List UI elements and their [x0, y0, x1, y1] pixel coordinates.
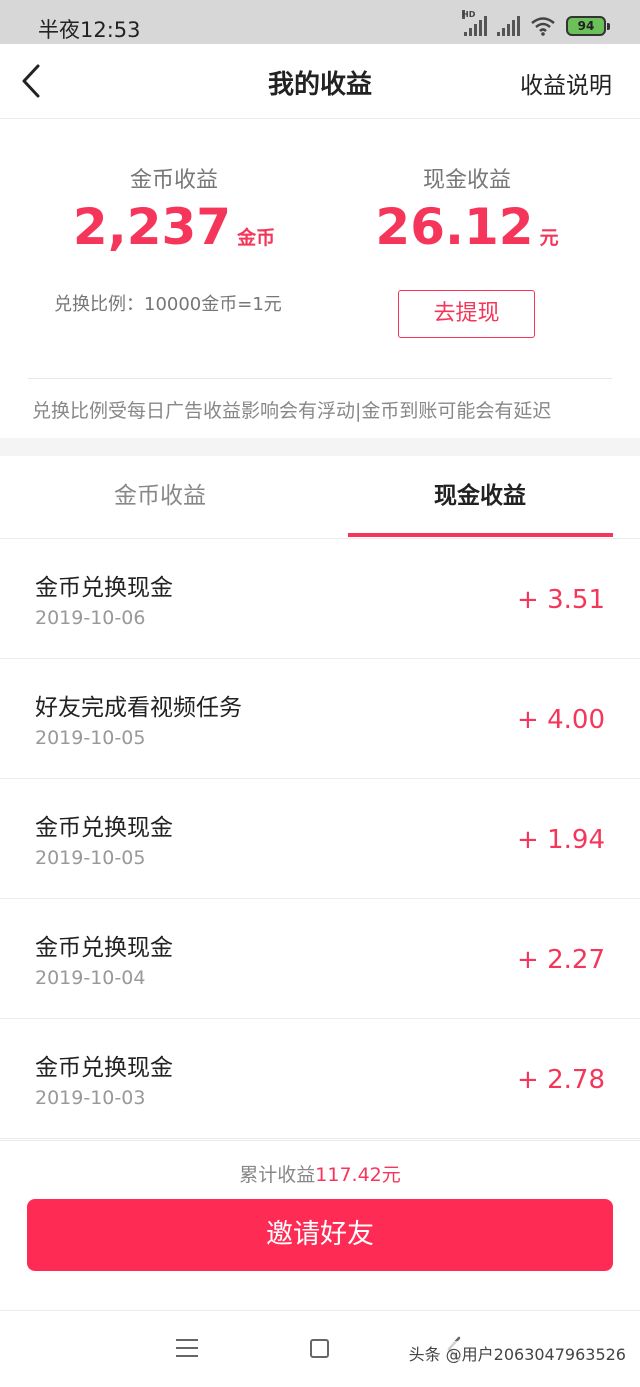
list-item: 金币兑换现金 2019-10-06 + 3.51 — [0, 539, 640, 659]
status-bar: 半夜12:53 HD 94 — [0, 0, 640, 44]
list-item: 金币兑换现金 2019-10-03 + 2.78 — [0, 1019, 640, 1139]
record-amount: + 2.78 — [517, 1065, 605, 1095]
record-amount: + 3.51 — [517, 585, 605, 615]
record-title: 金币兑换现金 — [35, 1055, 173, 1081]
record-date: 2019-10-04 — [35, 967, 146, 989]
hd-signal-icon: HD — [462, 10, 487, 36]
record-amount: + 1.94 — [517, 825, 605, 855]
list-item: 好友完成看视频任务 2019-10-05 + 4.00 — [0, 659, 640, 779]
withdraw-button[interactable]: 去提现 — [398, 290, 535, 338]
record-date: 2019-10-03 — [35, 1087, 146, 1109]
status-icons: HD 94 — [462, 10, 610, 36]
invite-friends-button[interactable]: 邀请好友 — [27, 1199, 613, 1271]
list-item: 金币兑换现金 2019-10-05 + 1.94 — [0, 779, 640, 899]
earnings-record-list: 金币兑换现金 2019-10-06 + 3.51 好友完成看视频任务 2019-… — [0, 539, 640, 1139]
record-title: 好友完成看视频任务 — [35, 695, 242, 721]
section-gap — [0, 438, 640, 456]
divider — [28, 378, 612, 379]
exchange-notice: 兑换比例受每日广告收益影响会有浮动|金币到账可能会有延迟 — [32, 400, 552, 422]
record-title: 金币兑换现金 — [35, 815, 173, 841]
exchange-ratio-text: 兑换比例：10000金币=1元 — [54, 294, 282, 315]
total-earnings-label: 累计收益 — [239, 1164, 316, 1186]
record-date: 2019-10-05 — [35, 847, 146, 869]
earnings-tabs: 金币收益 现金收益 — [0, 456, 640, 539]
app-header: 我的收益 收益说明 — [0, 44, 640, 119]
earnings-summary: 金币收益 2,237 金币 现金收益 26.12 元 兑换比例：10000金币=1元… — [0, 120, 640, 438]
cash-amount: 26.12 — [375, 198, 534, 256]
record-amount: + 2.27 — [517, 945, 605, 975]
cash-earnings-value: 26.12 元 — [317, 198, 617, 256]
menu-icon[interactable] — [176, 1339, 198, 1359]
total-earnings-value: 117.42元 — [315, 1164, 401, 1186]
record-date: 2019-10-06 — [35, 607, 146, 629]
earnings-help-link[interactable]: 收益说明 — [520, 66, 612, 100]
list-item: 金币兑换现金 2019-10-04 + 2.27 — [0, 899, 640, 1019]
record-title: 金币兑换现金 — [35, 575, 173, 601]
coin-earnings-label: 金币收益 — [129, 168, 218, 193]
system-nav-bar: 头条 @用户2063047963526 — [0, 1310, 640, 1387]
hd-label: HD — [462, 10, 476, 19]
coin-amount: 2,237 — [72, 198, 232, 256]
tab-cash-earnings[interactable]: 现金收益 — [320, 456, 640, 539]
tab-coin-earnings[interactable]: 金币收益 — [0, 456, 320, 539]
coin-unit: 金币 — [237, 227, 276, 249]
record-amount: + 4.00 — [517, 705, 605, 735]
signal-icon — [497, 16, 520, 36]
active-tab-indicator — [348, 533, 613, 537]
record-title: 金币兑换现金 — [35, 935, 173, 961]
cash-unit: 元 — [539, 227, 559, 249]
watermark: 头条 @用户2063047963526 — [408, 1341, 626, 1365]
record-date: 2019-10-05 — [35, 727, 146, 749]
battery-icon: 94 — [566, 16, 610, 36]
cash-earnings-label: 现金收益 — [422, 168, 511, 193]
total-earnings: 累计收益117.42元 — [0, 1160, 640, 1187]
home-square-icon[interactable] — [310, 1339, 329, 1358]
wifi-icon — [531, 17, 555, 36]
coin-earnings-value: 2,237 金币 — [24, 198, 324, 256]
footer-panel: 累计收益117.42元 邀请好友 — [0, 1140, 640, 1310]
status-time: 半夜12:53 — [38, 18, 141, 42]
